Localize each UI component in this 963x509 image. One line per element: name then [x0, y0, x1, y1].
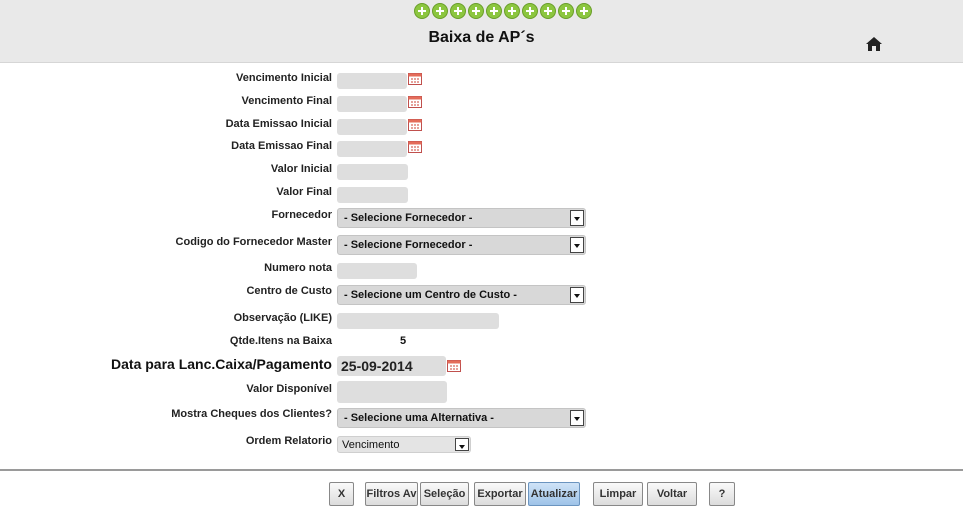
plus-icon[interactable] — [450, 3, 466, 19]
data-emissao-final-input[interactable] — [337, 141, 407, 157]
codigo-fornecedor-master-label: Codigo do Fornecedor Master — [175, 236, 332, 248]
plus-icon[interactable] — [576, 3, 592, 19]
plus-icon[interactable] — [486, 3, 502, 19]
fornecedor-selected-value: - Selecione Fornecedor - — [344, 212, 473, 224]
calendar-icon[interactable] — [408, 95, 422, 108]
valor-final-label: Valor Final — [276, 186, 332, 198]
mostra-cheques-select[interactable]: - Selecione uma Alternativa - — [337, 408, 586, 428]
valor-inicial-input[interactable] — [337, 164, 408, 180]
valor-disponivel-label: Valor Disponível — [246, 383, 332, 395]
plus-icon[interactable] — [540, 3, 556, 19]
chevron-down-icon[interactable] — [570, 237, 584, 253]
plus-icon[interactable] — [414, 3, 430, 19]
ordem-relatorio-selected-value: Vencimento — [342, 439, 400, 451]
close-button[interactable]: X — [329, 482, 354, 506]
exportar-button[interactable]: Exportar — [474, 482, 526, 506]
chevron-down-icon[interactable] — [570, 410, 584, 426]
data-lanc-label: Data para Lanc.Caixa/Pagamento — [111, 356, 332, 372]
qtde-itens-label: Qtde.Itens na Baixa — [229, 335, 332, 347]
selecao-button[interactable]: Seleção — [420, 482, 469, 506]
calendar-icon[interactable] — [408, 118, 422, 131]
data-lanc-input[interactable] — [337, 356, 446, 376]
help-button[interactable]: ? — [709, 482, 735, 506]
plus-icon[interactable] — [522, 3, 538, 19]
vencimento-final-label: Vencimento Final — [241, 95, 332, 107]
mostra-cheques-label: Mostra Cheques dos Clientes? — [171, 408, 332, 420]
fornecedor-select[interactable]: - Selecione Fornecedor - — [337, 208, 586, 228]
calendar-icon[interactable] — [408, 72, 422, 85]
valor-disponivel-input[interactable] — [337, 381, 447, 403]
centro-custo-selected-value: - Selecione um Centro de Custo - — [344, 289, 517, 301]
chevron-down-icon[interactable] — [570, 210, 584, 226]
plus-icon[interactable] — [432, 3, 448, 19]
mostra-cheques-selected-value: - Selecione uma Alternativa - — [344, 412, 494, 424]
page-title: Baixa de AP´s — [428, 29, 535, 46]
centro-custo-label: Centro de Custo — [246, 285, 332, 297]
valor-inicial-label: Valor Inicial — [270, 163, 332, 175]
voltar-button[interactable]: Voltar — [647, 482, 697, 506]
atualizar-button[interactable]: Atualizar — [528, 482, 580, 506]
numero-nota-input[interactable] — [337, 263, 417, 279]
data-emissao-final-label: Data Emissao Final — [231, 140, 332, 152]
data-emissao-inicial-label: Data Emissao Inicial — [225, 118, 332, 130]
vencimento-inicial-label: Vencimento Inicial — [236, 72, 332, 84]
chevron-down-icon[interactable] — [570, 287, 584, 303]
observacao-input[interactable] — [337, 313, 499, 329]
chevron-down-icon[interactable] — [455, 438, 469, 451]
footer-divider — [0, 469, 963, 471]
fornecedor-label: Fornecedor — [271, 209, 332, 221]
limpar-button[interactable]: Limpar — [593, 482, 643, 506]
plus-icon[interactable] — [558, 3, 574, 19]
codigo-fornecedor-master-select[interactable]: - Selecione Fornecedor - — [337, 235, 586, 255]
calendar-icon[interactable] — [408, 140, 422, 153]
ordem-relatorio-select[interactable]: Vencimento — [337, 436, 471, 453]
plus-icon[interactable] — [504, 3, 520, 19]
plus-icon[interactable] — [468, 3, 484, 19]
valor-final-input[interactable] — [337, 187, 408, 203]
calendar-icon[interactable] — [447, 359, 461, 372]
centro-custo-select[interactable]: - Selecione um Centro de Custo - — [337, 285, 586, 305]
page-header: Baixa de AP´s — [0, 0, 963, 63]
vencimento-final-input[interactable] — [337, 96, 407, 112]
observacao-label: Observação (LIKE) — [233, 312, 332, 324]
vencimento-inicial-input[interactable] — [337, 73, 407, 89]
qtde-itens-value: 5 — [400, 335, 407, 347]
ordem-relatorio-label: Ordem Relatorio — [245, 435, 332, 447]
home-icon[interactable] — [865, 36, 883, 52]
numero-nota-label: Numero nota — [264, 262, 332, 274]
codigo-fornecedor-master-selected-value: - Selecione Fornecedor - — [344, 239, 473, 251]
filtros-avancados-button[interactable]: Filtros Av — [365, 482, 418, 506]
data-emissao-inicial-input[interactable] — [337, 119, 407, 135]
